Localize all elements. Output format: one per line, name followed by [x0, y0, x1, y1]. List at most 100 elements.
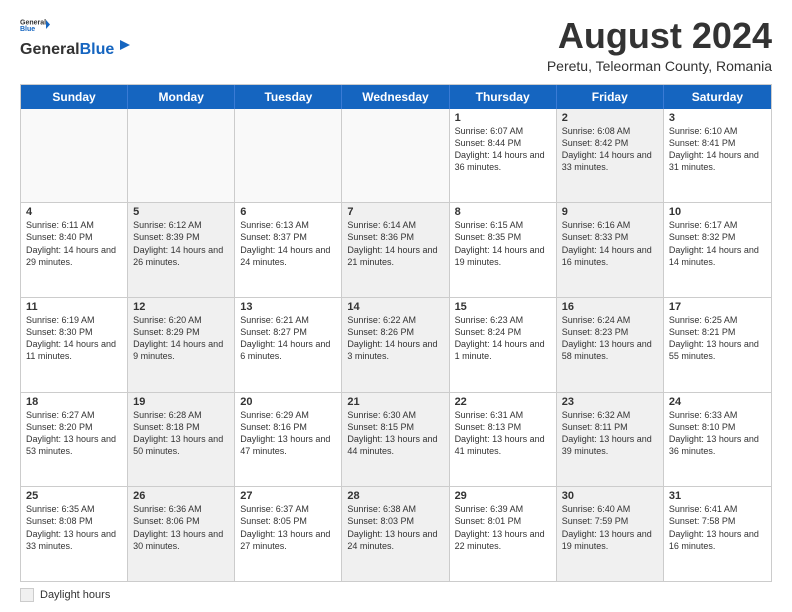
- calendar-cell: 30Sunrise: 6:40 AM Sunset: 7:59 PM Dayli…: [557, 487, 664, 581]
- day-number: 3: [669, 112, 766, 124]
- daylight-label: Daylight hours: [40, 589, 110, 601]
- calendar-cell: 29Sunrise: 6:39 AM Sunset: 8:01 PM Dayli…: [450, 487, 557, 581]
- calendar-cell: 16Sunrise: 6:24 AM Sunset: 8:23 PM Dayli…: [557, 298, 664, 392]
- calendar-cell: 19Sunrise: 6:28 AM Sunset: 8:18 PM Dayli…: [128, 393, 235, 487]
- cell-info: Sunrise: 6:22 AM Sunset: 8:26 PM Dayligh…: [347, 314, 443, 363]
- svg-text:Blue: Blue: [20, 26, 35, 33]
- logo-arrow-icon: [116, 36, 134, 54]
- calendar-week-3: 18Sunrise: 6:27 AM Sunset: 8:20 PM Dayli…: [21, 392, 771, 487]
- cell-info: Sunrise: 6:28 AM Sunset: 8:18 PM Dayligh…: [133, 409, 229, 458]
- daylight-box-icon: [20, 588, 34, 602]
- calendar-cell: 3Sunrise: 6:10 AM Sunset: 8:41 PM Daylig…: [664, 109, 771, 203]
- calendar-cell: 26Sunrise: 6:36 AM Sunset: 8:06 PM Dayli…: [128, 487, 235, 581]
- calendar-week-4: 25Sunrise: 6:35 AM Sunset: 8:08 PM Dayli…: [21, 486, 771, 581]
- calendar-cell: 2Sunrise: 6:08 AM Sunset: 8:42 PM Daylig…: [557, 109, 664, 203]
- calendar-cell: 31Sunrise: 6:41 AM Sunset: 7:58 PM Dayli…: [664, 487, 771, 581]
- calendar-cell: [235, 109, 342, 203]
- calendar-cell: 20Sunrise: 6:29 AM Sunset: 8:16 PM Dayli…: [235, 393, 342, 487]
- calendar-cell: 17Sunrise: 6:25 AM Sunset: 8:21 PM Dayli…: [664, 298, 771, 392]
- calendar-cell: [342, 109, 449, 203]
- cell-info: Sunrise: 6:27 AM Sunset: 8:20 PM Dayligh…: [26, 409, 122, 458]
- calendar-cell: 5Sunrise: 6:12 AM Sunset: 8:39 PM Daylig…: [128, 203, 235, 297]
- cell-info: Sunrise: 6:15 AM Sunset: 8:35 PM Dayligh…: [455, 219, 551, 268]
- cell-info: Sunrise: 6:39 AM Sunset: 8:01 PM Dayligh…: [455, 503, 551, 552]
- location-subtitle: Peretu, Teleorman County, Romania: [547, 58, 772, 74]
- cell-info: Sunrise: 6:38 AM Sunset: 8:03 PM Dayligh…: [347, 503, 443, 552]
- cell-info: Sunrise: 6:36 AM Sunset: 8:06 PM Dayligh…: [133, 503, 229, 552]
- calendar-cell: 23Sunrise: 6:32 AM Sunset: 8:11 PM Dayli…: [557, 393, 664, 487]
- cell-info: Sunrise: 6:40 AM Sunset: 7:59 PM Dayligh…: [562, 503, 658, 552]
- header: General Blue General Blue August 2024 Pe…: [20, 16, 772, 74]
- cell-info: Sunrise: 6:12 AM Sunset: 8:39 PM Dayligh…: [133, 219, 229, 268]
- calendar-week-2: 11Sunrise: 6:19 AM Sunset: 8:30 PM Dayli…: [21, 297, 771, 392]
- day-number: 14: [347, 301, 443, 313]
- cell-info: Sunrise: 6:31 AM Sunset: 8:13 PM Dayligh…: [455, 409, 551, 458]
- title-block: August 2024 Peretu, Teleorman County, Ro…: [547, 16, 772, 74]
- day-header-wednesday: Wednesday: [342, 85, 449, 109]
- calendar-week-1: 4Sunrise: 6:11 AM Sunset: 8:40 PM Daylig…: [21, 202, 771, 297]
- calendar-cell: 14Sunrise: 6:22 AM Sunset: 8:26 PM Dayli…: [342, 298, 449, 392]
- calendar-cell: 24Sunrise: 6:33 AM Sunset: 8:10 PM Dayli…: [664, 393, 771, 487]
- calendar-cell: 1Sunrise: 6:07 AM Sunset: 8:44 PM Daylig…: [450, 109, 557, 203]
- day-number: 30: [562, 490, 658, 502]
- day-number: 26: [133, 490, 229, 502]
- day-number: 13: [240, 301, 336, 313]
- cell-info: Sunrise: 6:11 AM Sunset: 8:40 PM Dayligh…: [26, 219, 122, 268]
- calendar-cell: 27Sunrise: 6:37 AM Sunset: 8:05 PM Dayli…: [235, 487, 342, 581]
- calendar-cell: 4Sunrise: 6:11 AM Sunset: 8:40 PM Daylig…: [21, 203, 128, 297]
- day-number: 7: [347, 206, 443, 218]
- cell-info: Sunrise: 6:32 AM Sunset: 8:11 PM Dayligh…: [562, 409, 658, 458]
- calendar-cell: 22Sunrise: 6:31 AM Sunset: 8:13 PM Dayli…: [450, 393, 557, 487]
- day-number: 18: [26, 396, 122, 408]
- cell-info: Sunrise: 6:16 AM Sunset: 8:33 PM Dayligh…: [562, 219, 658, 268]
- day-number: 31: [669, 490, 766, 502]
- calendar-body: 1Sunrise: 6:07 AM Sunset: 8:44 PM Daylig…: [21, 109, 771, 581]
- day-header-friday: Friday: [557, 85, 664, 109]
- logo-icon: General Blue: [20, 16, 50, 34]
- cell-info: Sunrise: 6:10 AM Sunset: 8:41 PM Dayligh…: [669, 125, 766, 174]
- day-number: 6: [240, 206, 336, 218]
- calendar-cell: 13Sunrise: 6:21 AM Sunset: 8:27 PM Dayli…: [235, 298, 342, 392]
- day-header-monday: Monday: [128, 85, 235, 109]
- day-number: 15: [455, 301, 551, 313]
- calendar-cell: 25Sunrise: 6:35 AM Sunset: 8:08 PM Dayli…: [21, 487, 128, 581]
- calendar-week-0: 1Sunrise: 6:07 AM Sunset: 8:44 PM Daylig…: [21, 109, 771, 203]
- cell-info: Sunrise: 6:07 AM Sunset: 8:44 PM Dayligh…: [455, 125, 551, 174]
- day-header-sunday: Sunday: [21, 85, 128, 109]
- day-number: 9: [562, 206, 658, 218]
- cell-info: Sunrise: 6:35 AM Sunset: 8:08 PM Dayligh…: [26, 503, 122, 552]
- calendar-cell: 18Sunrise: 6:27 AM Sunset: 8:20 PM Dayli…: [21, 393, 128, 487]
- calendar: SundayMondayTuesdayWednesdayThursdayFrid…: [20, 84, 772, 582]
- day-number: 24: [669, 396, 766, 408]
- day-number: 28: [347, 490, 443, 502]
- calendar-cell: 10Sunrise: 6:17 AM Sunset: 8:32 PM Dayli…: [664, 203, 771, 297]
- calendar-cell: 12Sunrise: 6:20 AM Sunset: 8:29 PM Dayli…: [128, 298, 235, 392]
- calendar-cell: 21Sunrise: 6:30 AM Sunset: 8:15 PM Dayli…: [342, 393, 449, 487]
- calendar-cell: 7Sunrise: 6:14 AM Sunset: 8:36 PM Daylig…: [342, 203, 449, 297]
- calendar-cell: [21, 109, 128, 203]
- calendar-cell: 28Sunrise: 6:38 AM Sunset: 8:03 PM Dayli…: [342, 487, 449, 581]
- calendar-cell: 8Sunrise: 6:15 AM Sunset: 8:35 PM Daylig…: [450, 203, 557, 297]
- day-header-tuesday: Tuesday: [235, 85, 342, 109]
- day-header-saturday: Saturday: [664, 85, 771, 109]
- cell-info: Sunrise: 6:17 AM Sunset: 8:32 PM Dayligh…: [669, 219, 766, 268]
- cell-info: Sunrise: 6:14 AM Sunset: 8:36 PM Dayligh…: [347, 219, 443, 268]
- day-number: 22: [455, 396, 551, 408]
- cell-info: Sunrise: 6:20 AM Sunset: 8:29 PM Dayligh…: [133, 314, 229, 363]
- calendar-cell: [128, 109, 235, 203]
- footer: Daylight hours: [20, 588, 772, 602]
- day-number: 19: [133, 396, 229, 408]
- page: General Blue General Blue August 2024 Pe…: [0, 0, 792, 612]
- cell-info: Sunrise: 6:08 AM Sunset: 8:42 PM Dayligh…: [562, 125, 658, 174]
- cell-info: Sunrise: 6:37 AM Sunset: 8:05 PM Dayligh…: [240, 503, 336, 552]
- day-number: 29: [455, 490, 551, 502]
- calendar-header-row: SundayMondayTuesdayWednesdayThursdayFrid…: [21, 85, 771, 109]
- day-number: 11: [26, 301, 122, 313]
- cell-info: Sunrise: 6:13 AM Sunset: 8:37 PM Dayligh…: [240, 219, 336, 268]
- day-header-thursday: Thursday: [450, 85, 557, 109]
- calendar-cell: 15Sunrise: 6:23 AM Sunset: 8:24 PM Dayli…: [450, 298, 557, 392]
- cell-info: Sunrise: 6:25 AM Sunset: 8:21 PM Dayligh…: [669, 314, 766, 363]
- day-number: 8: [455, 206, 551, 218]
- day-number: 25: [26, 490, 122, 502]
- logo: General Blue General Blue: [20, 16, 134, 59]
